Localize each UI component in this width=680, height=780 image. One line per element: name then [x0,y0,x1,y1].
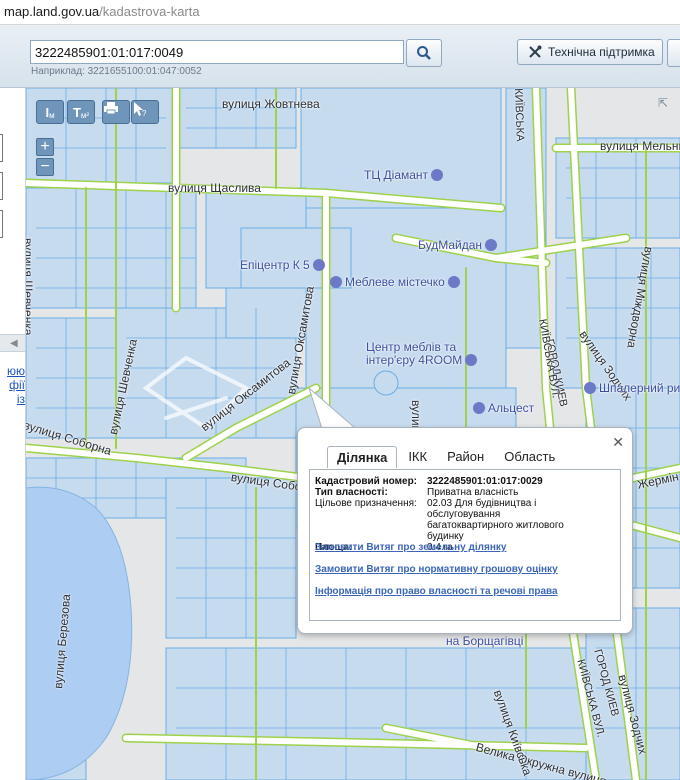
measure-length-button[interactable]: Iм [36,100,64,124]
close-icon[interactable]: ✕ [612,434,624,451]
purpose-value: 02.03 Для будівництва і обслуговування б… [427,498,564,542]
left-panel-field-2[interactable] [0,172,3,200]
poi-name: Епіцентр К 5 [240,258,310,272]
shopping-bag-icon [312,259,325,271]
shopping-bag-icon [485,239,498,251]
tab-district[interactable]: Район [438,446,493,468]
tab-parcel[interactable]: Ділянка [327,446,398,468]
poi-label[interactable]: Епіцентр К 5 [240,258,325,272]
left-panel-link[interactable]: юю фії із [0,364,25,406]
poi-name: Меблеве містечко [345,275,445,289]
shopping-bag-icon [584,382,596,394]
street-label: вулиця Жовтнева [222,97,320,111]
shopping-bag-icon [473,402,485,414]
poi-label[interactable]: Центр меблів та інтер'єру 4ROOM [366,341,478,367]
poi-label[interactable]: на Борщагівці [446,634,523,648]
tools-icon [529,45,542,58]
left-panel-link-line-1: юю [7,364,25,378]
collapse-toolbar-icon[interactable]: ⇱ [658,96,672,110]
url-host: map.land.gov.ua [4,4,100,19]
left-panel-field-1[interactable] [0,134,3,162]
order-parcel-extract-link[interactable]: Замовити Витяг про земельну ділянку [315,542,506,553]
field-label: Цільове призначення: [315,498,417,509]
street-label: вулиця Шевченка [26,238,35,336]
left-panel: ◀ юю фії із [0,88,26,780]
shopping-bag-icon [431,169,444,181]
browser-url-bar[interactable]: map.land.gov.ua/kadastrova-karta [0,0,680,25]
poi-name: інтер'єру 4ROOM [366,353,463,367]
ownership-info-link[interactable]: Інформація про право власності та речові… [315,586,558,597]
print-button[interactable] [102,100,130,124]
field-label: Кадастровий номер: [315,476,418,487]
shopping-bag-icon [447,276,460,288]
measure-length-unit: м [49,110,55,120]
top-toolbar: Наприклад: 3221655100:01:047:0052 Техніч… [0,25,680,88]
svg-text:?: ? [142,109,147,117]
cadastral-search-input[interactable] [30,40,404,64]
poi-label[interactable]: ТЦ Діамант [364,168,444,182]
poi-name: ТЦ Діамант [364,168,429,182]
support-button[interactable]: Технічна підтримка [517,39,663,65]
shopping-bag-icon [330,276,342,288]
measure-area-button[interactable]: Tм² [67,100,95,124]
url-path: /kadastrova-karta [99,4,200,19]
left-panel-field-3[interactable] [0,210,3,238]
measure-area-unit: м² [80,110,90,120]
cadastral-number-value: 3222485901:01:017:0029 [427,476,543,487]
zoom-in-button[interactable]: + [36,138,54,156]
search-icon [417,46,431,60]
popup-content: Кадастровий номер: 3222485901:01:017:0029… [309,469,621,621]
poi-label[interactable]: БудМайдан [418,238,498,252]
field-label: Тип власності: [315,487,388,498]
shopping-bag-icon [465,354,478,366]
search-example-hint: Наприклад: 3221655100:01:047:0052 [31,66,202,77]
poi-label[interactable]: Альцест [473,401,534,415]
order-valuation-extract-link[interactable]: Замовити Витяг про нормативну грошову оц… [315,564,558,575]
parcel-info-popup: ✕ Ділянка ІКК Район Область Кадастровий … [297,427,633,634]
support-button-label: Технічна підтримка [548,45,655,59]
poi-label[interactable]: Шпалерний ри [584,381,680,395]
poi-name: Шпалерний ри [599,381,680,395]
street-label: вулиця Мельниченка [600,139,680,153]
search-button[interactable] [406,39,442,67]
poi-name: на Борщагівці [446,634,524,648]
poi-name: Альцест [488,401,535,415]
close-panel-button[interactable] [667,39,680,67]
zoom-out-button[interactable]: − [36,158,54,176]
left-panel-link-line-2: фії [9,378,25,392]
identify-button[interactable]: ? [131,100,159,124]
cursor-help-icon: ? [134,102,147,117]
chevron-left-icon: ◀ [10,338,18,349]
collapse-left-panel-button[interactable]: ◀ [0,334,25,352]
poi-name: БудМайдан [418,238,483,252]
ownership-type-value: Приватна власність [427,487,519,498]
popup-tabs: Ділянка ІКК Район Область [327,446,566,468]
print-icon [104,102,118,115]
left-panel-link-line-3: із [16,392,25,406]
tab-ikk[interactable]: ІКК [399,446,436,468]
poi-label[interactable]: Меблеве містечко [330,275,460,289]
tab-region[interactable]: Область [495,446,564,468]
street-label: вулиця Щаслива [168,181,261,195]
road-label: КИЇВСЬКА [512,88,526,142]
area-ruler-icon: T [72,104,81,120]
